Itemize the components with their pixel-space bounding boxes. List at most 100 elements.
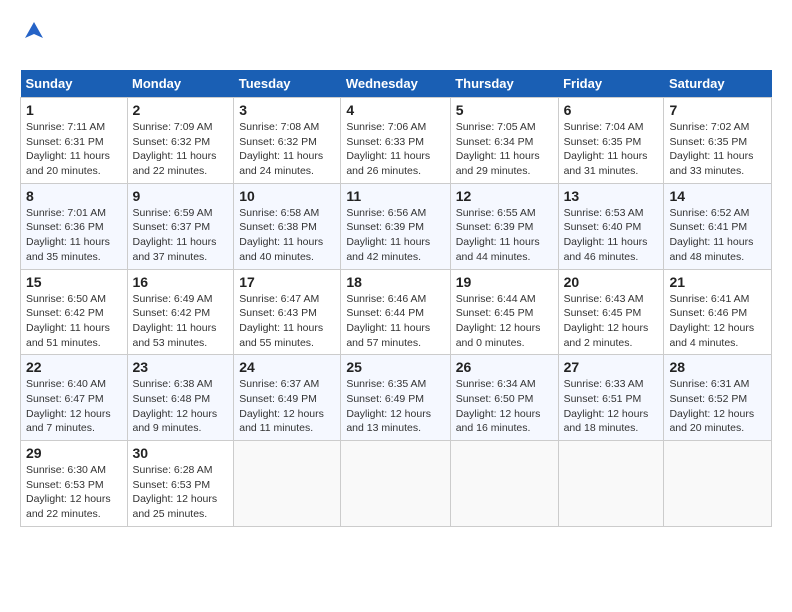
day-info: Sunrise: 6:55 AMSunset: 6:39 PMDaylight:…	[456, 206, 553, 265]
calendar-cell: 2 Sunrise: 7:09 AMSunset: 6:32 PMDaylight…	[127, 98, 234, 184]
day-number: 7	[669, 102, 766, 118]
calendar-cell: 4 Sunrise: 7:06 AMSunset: 6:33 PMDaylight…	[341, 98, 450, 184]
day-number: 5	[456, 102, 553, 118]
day-number: 14	[669, 188, 766, 204]
col-header-thursday: Thursday	[450, 70, 558, 98]
calendar-cell: 13 Sunrise: 6:53 AMSunset: 6:40 PMDayligh…	[558, 183, 664, 269]
day-info: Sunrise: 7:05 AMSunset: 6:34 PMDaylight:…	[456, 120, 553, 179]
col-header-saturday: Saturday	[664, 70, 772, 98]
logo-bird-icon	[23, 20, 45, 42]
col-header-friday: Friday	[558, 70, 664, 98]
day-number: 17	[239, 274, 335, 290]
day-info: Sunrise: 7:01 AMSunset: 6:36 PMDaylight:…	[26, 206, 122, 265]
calendar-cell: 30 Sunrise: 6:28 AMSunset: 6:53 PMDayligh…	[127, 441, 234, 527]
calendar-cell: 27 Sunrise: 6:33 AMSunset: 6:51 PMDayligh…	[558, 355, 664, 441]
calendar-week-row: 8 Sunrise: 7:01 AMSunset: 6:36 PMDaylight…	[21, 183, 772, 269]
calendar-cell	[558, 441, 664, 527]
calendar-cell: 3 Sunrise: 7:08 AMSunset: 6:32 PMDaylight…	[234, 98, 341, 184]
day-number: 22	[26, 359, 122, 375]
day-number: 8	[26, 188, 122, 204]
day-number: 30	[133, 445, 229, 461]
calendar-cell: 10 Sunrise: 6:58 AMSunset: 6:38 PMDayligh…	[234, 183, 341, 269]
day-number: 19	[456, 274, 553, 290]
day-info: Sunrise: 7:02 AMSunset: 6:35 PMDaylight:…	[669, 120, 766, 179]
calendar-week-row: 22 Sunrise: 6:40 AMSunset: 6:47 PMDayligh…	[21, 355, 772, 441]
calendar-cell: 24 Sunrise: 6:37 AMSunset: 6:49 PMDayligh…	[234, 355, 341, 441]
calendar-cell: 29 Sunrise: 6:30 AMSunset: 6:53 PMDayligh…	[21, 441, 128, 527]
day-number: 10	[239, 188, 335, 204]
day-info: Sunrise: 6:38 AMSunset: 6:48 PMDaylight:…	[133, 377, 229, 436]
day-number: 12	[456, 188, 553, 204]
day-info: Sunrise: 7:06 AMSunset: 6:33 PMDaylight:…	[346, 120, 444, 179]
day-info: Sunrise: 7:08 AMSunset: 6:32 PMDaylight:…	[239, 120, 335, 179]
day-info: Sunrise: 6:30 AMSunset: 6:53 PMDaylight:…	[26, 463, 122, 522]
calendar-cell: 20 Sunrise: 6:43 AMSunset: 6:45 PMDayligh…	[558, 269, 664, 355]
calendar-week-row: 15 Sunrise: 6:50 AMSunset: 6:42 PMDayligh…	[21, 269, 772, 355]
calendar-cell: 12 Sunrise: 6:55 AMSunset: 6:39 PMDayligh…	[450, 183, 558, 269]
calendar-table: SundayMondayTuesdayWednesdayThursdayFrid…	[20, 70, 772, 527]
day-info: Sunrise: 6:28 AMSunset: 6:53 PMDaylight:…	[133, 463, 229, 522]
day-info: Sunrise: 6:50 AMSunset: 6:42 PMDaylight:…	[26, 292, 122, 351]
day-info: Sunrise: 6:43 AMSunset: 6:45 PMDaylight:…	[564, 292, 659, 351]
calendar-cell	[341, 441, 450, 527]
col-header-wednesday: Wednesday	[341, 70, 450, 98]
day-info: Sunrise: 6:58 AMSunset: 6:38 PMDaylight:…	[239, 206, 335, 265]
day-info: Sunrise: 6:49 AMSunset: 6:42 PMDaylight:…	[133, 292, 229, 351]
day-number: 2	[133, 102, 229, 118]
day-info: Sunrise: 6:33 AMSunset: 6:51 PMDaylight:…	[564, 377, 659, 436]
day-number: 16	[133, 274, 229, 290]
day-info: Sunrise: 6:47 AMSunset: 6:43 PMDaylight:…	[239, 292, 335, 351]
day-number: 11	[346, 188, 444, 204]
calendar-cell: 6Sunrise: 7:04 AMSunset: 6:35 PMDaylight…	[558, 98, 664, 184]
day-number: 23	[133, 359, 229, 375]
calendar-cell	[450, 441, 558, 527]
day-number: 15	[26, 274, 122, 290]
day-info: Sunrise: 6:34 AMSunset: 6:50 PMDaylight:…	[456, 377, 553, 436]
day-info: Sunrise: 6:59 AMSunset: 6:37 PMDaylight:…	[133, 206, 229, 265]
calendar-cell: 1Sunrise: 7:11 AMSunset: 6:31 PMDaylight…	[21, 98, 128, 184]
calendar-cell: 15 Sunrise: 6:50 AMSunset: 6:42 PMDayligh…	[21, 269, 128, 355]
day-info: Sunrise: 6:46 AMSunset: 6:44 PMDaylight:…	[346, 292, 444, 351]
day-info: Sunrise: 6:37 AMSunset: 6:49 PMDaylight:…	[239, 377, 335, 436]
day-number: 3	[239, 102, 335, 118]
calendar-cell: 8 Sunrise: 7:01 AMSunset: 6:36 PMDaylight…	[21, 183, 128, 269]
calendar-cell: 14 Sunrise: 6:52 AMSunset: 6:41 PMDayligh…	[664, 183, 772, 269]
day-number: 26	[456, 359, 553, 375]
calendar-cell: 17 Sunrise: 6:47 AMSunset: 6:43 PMDayligh…	[234, 269, 341, 355]
day-number: 25	[346, 359, 444, 375]
day-number: 27	[564, 359, 659, 375]
calendar-week-row: 29 Sunrise: 6:30 AMSunset: 6:53 PMDayligh…	[21, 441, 772, 527]
day-info: Sunrise: 7:04 AMSunset: 6:35 PMDaylight:…	[564, 120, 659, 179]
day-info: Sunrise: 7:09 AMSunset: 6:32 PMDaylight:…	[133, 120, 229, 179]
day-number: 21	[669, 274, 766, 290]
col-header-monday: Monday	[127, 70, 234, 98]
day-info: Sunrise: 6:31 AMSunset: 6:52 PMDaylight:…	[669, 377, 766, 436]
day-info: Sunrise: 6:40 AMSunset: 6:47 PMDaylight:…	[26, 377, 122, 436]
calendar-cell: 26 Sunrise: 6:34 AMSunset: 6:50 PMDayligh…	[450, 355, 558, 441]
day-number: 24	[239, 359, 335, 375]
day-number: 18	[346, 274, 444, 290]
day-number: 29	[26, 445, 122, 461]
calendar-cell: 7 Sunrise: 7:02 AMSunset: 6:35 PMDaylight…	[664, 98, 772, 184]
day-number: 9	[133, 188, 229, 204]
col-header-sunday: Sunday	[21, 70, 128, 98]
calendar-cell: 19 Sunrise: 6:44 AMSunset: 6:45 PMDayligh…	[450, 269, 558, 355]
day-info: Sunrise: 6:52 AMSunset: 6:41 PMDaylight:…	[669, 206, 766, 265]
day-info: Sunrise: 6:44 AMSunset: 6:45 PMDaylight:…	[456, 292, 553, 351]
col-header-tuesday: Tuesday	[234, 70, 341, 98]
day-number: 28	[669, 359, 766, 375]
day-info: Sunrise: 6:56 AMSunset: 6:39 PMDaylight:…	[346, 206, 444, 265]
day-number: 4	[346, 102, 444, 118]
calendar-cell: 22 Sunrise: 6:40 AMSunset: 6:47 PMDayligh…	[21, 355, 128, 441]
day-info: Sunrise: 6:53 AMSunset: 6:40 PMDaylight:…	[564, 206, 659, 265]
day-info: Sunrise: 6:41 AMSunset: 6:46 PMDaylight:…	[669, 292, 766, 351]
calendar-header-row: SundayMondayTuesdayWednesdayThursdayFrid…	[21, 70, 772, 98]
calendar-cell: 23 Sunrise: 6:38 AMSunset: 6:48 PMDayligh…	[127, 355, 234, 441]
day-number: 13	[564, 188, 659, 204]
calendar-cell: 16 Sunrise: 6:49 AMSunset: 6:42 PMDayligh…	[127, 269, 234, 355]
calendar-cell: 25Sunrise: 6:35 AMSunset: 6:49 PMDayligh…	[341, 355, 450, 441]
calendar-cell	[664, 441, 772, 527]
calendar-cell: 5 Sunrise: 7:05 AMSunset: 6:34 PMDaylight…	[450, 98, 558, 184]
calendar-week-row: 1Sunrise: 7:11 AMSunset: 6:31 PMDaylight…	[21, 98, 772, 184]
day-number: 20	[564, 274, 659, 290]
